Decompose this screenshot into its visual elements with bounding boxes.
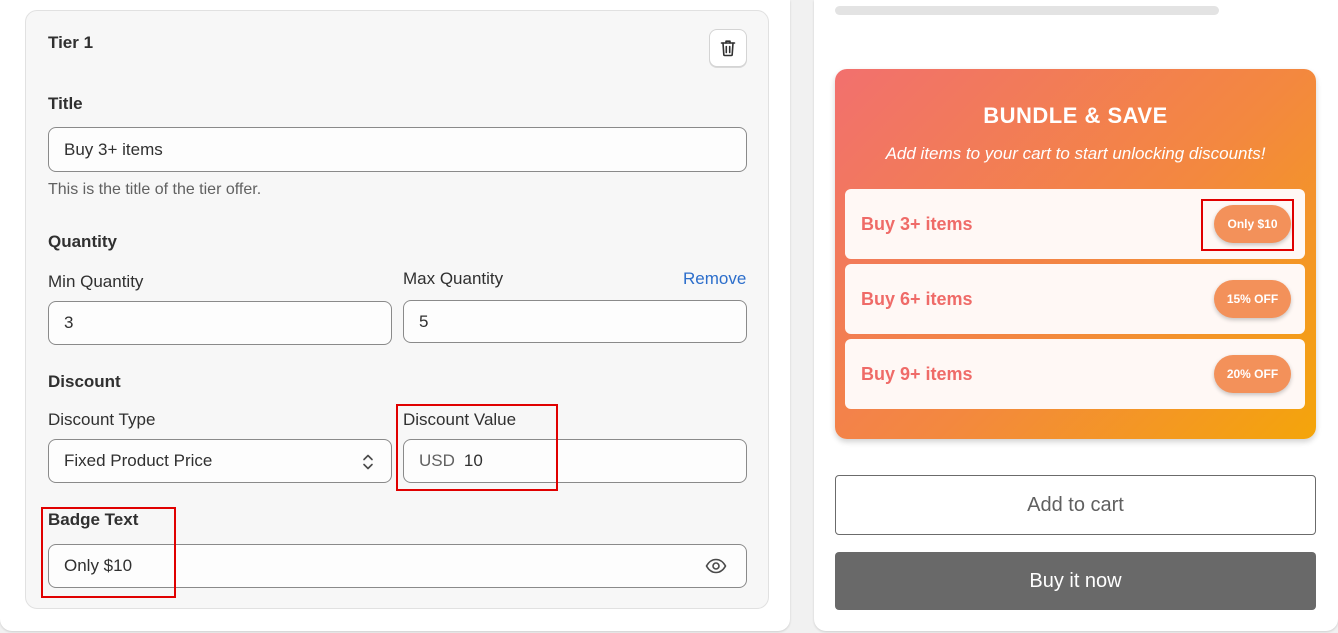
add-to-cart-button[interactable]: Add to cart [835, 475, 1316, 535]
delete-tier-button[interactable] [709, 29, 747, 67]
bundle-tier-badge: 20% OFF [1214, 355, 1291, 393]
max-quantity-value: 5 [419, 311, 429, 331]
title-input-value: Buy 3+ items [64, 139, 163, 159]
tier-title: Tier 1 [48, 33, 94, 52]
eye-icon[interactable] [705, 556, 727, 576]
discount-type-value: Fixed Product Price [64, 451, 213, 470]
remove-max-quantity-link[interactable]: Remove [683, 269, 746, 289]
buy-now-button[interactable]: Buy it now [835, 552, 1316, 610]
quantity-heading: Quantity [48, 232, 117, 251]
bundle-title: BUNDLE & SAVE [983, 103, 1168, 128]
bundle-save-widget: BUNDLE & SAVE Add items to your cart to … [835, 69, 1316, 439]
bundle-tier-label: Buy 6+ items [861, 289, 973, 309]
bundle-tier-row[interactable]: Buy 9+ items 20% OFF [845, 339, 1305, 409]
select-arrows-icon [363, 454, 373, 470]
min-quantity-value: 3 [64, 313, 74, 332]
bundle-subtitle: Add items to your cart to start unlockin… [885, 144, 1266, 163]
bundle-tier-label: Buy 3+ items [861, 214, 973, 234]
tier-editor-panel: Tier 1 Title Buy 3+ items This is the ti… [0, 0, 790, 631]
discount-type-label: Discount Type [48, 410, 156, 429]
bundle-tier-label: Buy 9+ items [861, 364, 973, 384]
preview-panel: BUNDLE & SAVE Add items to your cart to … [814, 0, 1338, 631]
discount-type-select[interactable]: Fixed Product Price [48, 439, 392, 483]
highlight-preview-badge [1201, 199, 1294, 251]
discount-heading: Discount [48, 372, 121, 391]
title-input[interactable]: Buy 3+ items [48, 127, 747, 172]
min-quantity-label: Min Quantity [48, 272, 144, 291]
bundle-tier-row[interactable]: Buy 6+ items 15% OFF [845, 264, 1305, 334]
title-heading: Title [48, 94, 83, 113]
bundle-tier-badge: 15% OFF [1214, 280, 1291, 318]
max-quantity-label: Max Quantity [403, 269, 504, 288]
trash-icon [720, 40, 736, 57]
loading-bar [835, 6, 1219, 15]
min-quantity-input[interactable]: 3 [48, 301, 392, 345]
max-quantity-input[interactable]: 5 [403, 300, 747, 343]
title-help-text: This is the title of the tier offer. [48, 181, 262, 198]
highlight-discount-value [396, 404, 558, 491]
highlight-badge-text [41, 507, 176, 598]
